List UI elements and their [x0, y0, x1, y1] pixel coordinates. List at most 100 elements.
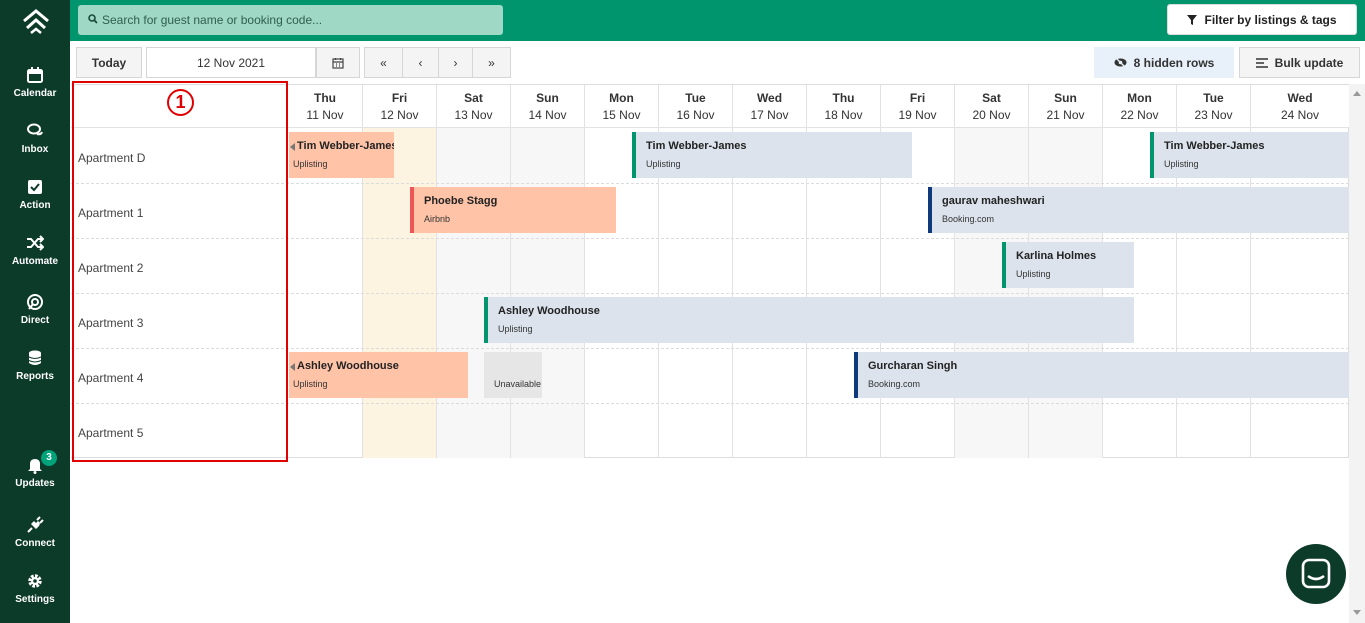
continues-left-icon	[290, 363, 295, 371]
sidebar-item-label: Automate	[11, 256, 59, 267]
sidebar-item-automate[interactable]: Automate	[0, 234, 70, 284]
sidebar-item-label: Reports	[16, 371, 54, 382]
search-icon	[88, 14, 98, 24]
booking-channel: Uplisting	[293, 379, 328, 389]
calendar-icon	[27, 67, 43, 83]
sidebar-item-settings[interactable]: Settings	[0, 572, 70, 622]
booking-bar[interactable]: Gurcharan Singh Booking.com	[854, 352, 1349, 398]
booking-channel: Uplisting	[1016, 269, 1051, 279]
sidebar-item-label: Connect	[15, 538, 55, 549]
chat-launcher-button[interactable]	[1286, 544, 1346, 604]
scroll-down-icon[interactable]	[1353, 610, 1361, 615]
day-header: Thu 18 Nov	[807, 85, 880, 128]
top-bar: Filter by listings & tags	[70, 0, 1365, 41]
day-header: Tue 23 Nov	[1177, 85, 1250, 128]
prev-page-button[interactable]: ‹	[402, 47, 439, 78]
filter-listings-button[interactable]: Filter by listings & tags	[1167, 4, 1357, 35]
shuffle-icon	[27, 235, 44, 251]
hidden-rows-label: 8 hidden rows	[1133, 55, 1215, 70]
annotation-step-marker: 1	[167, 89, 194, 116]
booking-bar[interactable]: gaurav maheshwari Booking.com	[928, 187, 1349, 233]
guest-name: Karlina Holmes	[1016, 250, 1097, 262]
today-button[interactable]: Today	[76, 47, 142, 78]
calendar-icon	[332, 57, 344, 69]
vertical-scrollbar[interactable]	[1349, 84, 1365, 623]
date-picker-button[interactable]	[316, 47, 360, 78]
bulk-update-label: Bulk update	[1274, 55, 1344, 70]
day-header: Sun 14 Nov	[511, 85, 584, 128]
day-header: Tue 16 Nov	[659, 85, 732, 128]
day-header: Wed 24 Nov	[1251, 85, 1349, 128]
next-page-button[interactable]: ›	[438, 47, 473, 78]
annotation-highlight-box	[72, 81, 288, 462]
list-edit-icon	[1255, 57, 1268, 68]
guest-name: Gurcharan Singh	[868, 360, 958, 372]
uplisting-logo[interactable]	[21, 8, 51, 34]
eye-slash-icon	[1114, 58, 1127, 67]
booking-bar[interactable]: Ashley Woodhouse Uplisting	[484, 297, 1134, 343]
booking-bar[interactable]: Tim Webber-James Uplisting	[632, 132, 912, 178]
sidebar-item-calendar[interactable]: Calendar	[0, 66, 70, 116]
checkbox-icon	[28, 180, 42, 194]
sidebar-item-action[interactable]: Action	[0, 178, 70, 228]
sidebar-item-label: Inbox	[21, 144, 49, 155]
sidebar: Calendar Inbox Action Automate Direct Re…	[0, 0, 70, 623]
date-field[interactable]: 12 Nov 2021	[146, 47, 316, 78]
sidebar-item-label: Action	[19, 200, 51, 211]
sidebar-item-label: Settings	[15, 594, 55, 605]
booking-channel: Uplisting	[646, 159, 681, 169]
updates-count-badge: 3	[41, 450, 57, 466]
sidebar-item-updates[interactable]: 3 Updates	[0, 450, 70, 506]
first-page-button[interactable]: «	[364, 47, 403, 78]
filter-button-label: Filter by listings & tags	[1204, 12, 1337, 27]
day-header: Sun 21 Nov	[1029, 85, 1102, 128]
guest-name: Phoebe Stagg	[424, 195, 498, 207]
chat-bubbles-icon	[27, 123, 43, 136]
sidebar-item-label: Direct	[20, 315, 50, 326]
sidebar-item-reports[interactable]: Reports	[0, 349, 70, 399]
sidebar-item-label: Updates	[15, 478, 55, 489]
search-input[interactable]	[102, 5, 497, 35]
day-header: Sat 20 Nov	[955, 85, 1028, 128]
continues-left-icon	[290, 143, 295, 151]
chat-icon	[1301, 558, 1331, 589]
booking-channel: Uplisting	[293, 159, 328, 169]
booking-bar[interactable]: Phoebe Stagg Airbnb	[410, 187, 616, 233]
booking-bar[interactable]: Tim Webber-James Uplisting	[289, 132, 394, 178]
scroll-up-icon[interactable]	[1353, 91, 1361, 96]
day-header: Fri 19 Nov	[881, 85, 954, 128]
booking-bar[interactable]: Ashley Woodhouse Uplisting	[289, 352, 468, 398]
filter-icon	[1187, 14, 1198, 25]
bulk-update-button[interactable]: Bulk update	[1239, 47, 1360, 78]
day-header: Fri 12 Nov	[363, 85, 436, 128]
day-header: Mon 22 Nov	[1103, 85, 1176, 128]
day-header: Sat 13 Nov	[437, 85, 510, 128]
guest-name: gaurav maheshwari	[942, 195, 1045, 207]
hidden-rows-button[interactable]: 8 hidden rows	[1094, 47, 1234, 78]
gear-icon	[28, 574, 42, 588]
booking-bar[interactable]: Tim Webber-James Uplisting	[1150, 132, 1349, 178]
guest-name: Ashley Woodhouse	[297, 360, 399, 372]
sidebar-item-connect[interactable]: Connect	[0, 516, 70, 566]
direct-icon	[27, 294, 43, 310]
booking-channel: Airbnb	[424, 214, 451, 224]
plug-icon	[27, 516, 44, 533]
guest-name: Ashley Woodhouse	[498, 305, 600, 317]
booking-channel: Uplisting	[1164, 159, 1199, 169]
guest-name: Tim Webber-James	[297, 140, 394, 152]
day-header: Wed 17 Nov	[733, 85, 806, 128]
search-box[interactable]	[78, 5, 503, 35]
sidebar-item-inbox[interactable]: Inbox	[0, 122, 70, 172]
database-icon	[28, 350, 42, 365]
sidebar-item-label: Calendar	[13, 88, 57, 99]
booking-bar[interactable]: Karlina Holmes Uplisting	[1002, 242, 1134, 288]
day-header: Mon 15 Nov	[585, 85, 658, 128]
booking-channel: Booking.com	[942, 214, 995, 224]
booking-channel: Uplisting	[498, 324, 533, 334]
guest-name: Tim Webber-James	[1164, 140, 1265, 152]
guest-name: Tim Webber-James	[646, 140, 747, 152]
unavailable-block[interactable]: Unavailable	[484, 352, 542, 398]
day-header: Thu 11 Nov	[288, 85, 362, 128]
last-page-button[interactable]: »	[472, 47, 511, 78]
sidebar-item-direct[interactable]: Direct	[0, 293, 70, 343]
